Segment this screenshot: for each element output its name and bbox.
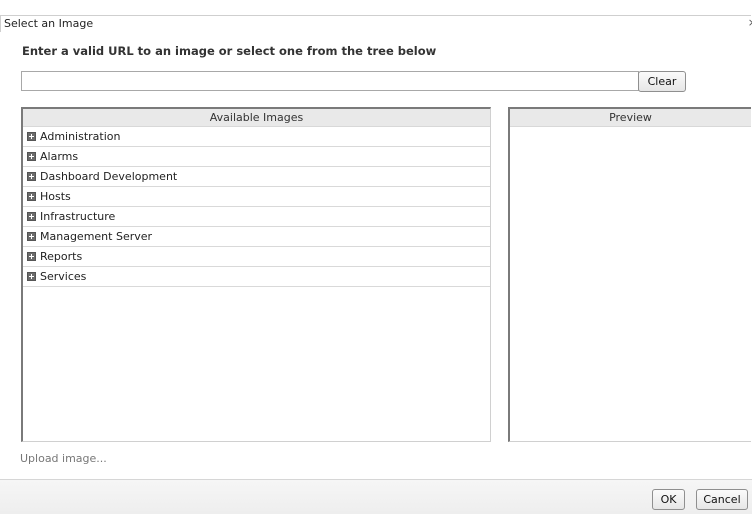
expand-plus-icon[interactable] [27,132,36,141]
instruction-heading: Enter a valid URL to an image or select … [22,44,437,58]
tree-item-label: Hosts [40,190,71,203]
tree-item-administration[interactable]: Administration [23,127,490,147]
url-input[interactable] [21,71,639,91]
upload-image-link[interactable]: Upload image... [20,452,107,465]
dialog-titlebar: Select an Image × [0,15,752,32]
tree-item-label: Infrastructure [40,210,116,223]
expand-plus-icon[interactable] [27,272,36,281]
cancel-button[interactable]: Cancel [696,489,748,510]
tree-item-label: Dashboard Development [40,170,178,183]
tree-item-label: Reports [40,250,83,263]
tree-item-dashboard-development[interactable]: Dashboard Development [23,167,490,187]
tree-item-hosts[interactable]: Hosts [23,187,490,207]
tree-item-label: Administration [40,130,121,143]
available-images-header: Available Images [23,109,490,127]
expand-plus-icon[interactable] [27,252,36,261]
preview-header: Preview [510,109,751,127]
expand-plus-icon[interactable] [27,172,36,181]
close-icon[interactable]: × [748,16,752,29]
tree-item-label: Alarms [40,150,79,163]
ok-button[interactable]: OK [652,489,685,510]
tree-item-reports[interactable]: Reports [23,247,490,267]
tree-item-label: Services [40,270,87,283]
expand-plus-icon[interactable] [27,192,36,201]
expand-plus-icon[interactable] [27,232,36,241]
available-images-panel: Available Images Administration Alarms D… [21,107,491,442]
tree-item-management-server[interactable]: Management Server [23,227,490,247]
image-tree: Administration Alarms Dashboard Developm… [23,127,490,287]
tree-item-services[interactable]: Services [23,267,490,287]
expand-plus-icon[interactable] [27,212,36,221]
expand-plus-icon[interactable] [27,152,36,161]
dialog-footer [0,479,752,514]
dialog-title: Select an Image [4,17,94,30]
select-image-dialog: Select an Image × Enter a valid URL to a… [0,0,752,514]
preview-panel: Preview [508,107,751,442]
tree-item-alarms[interactable]: Alarms [23,147,490,167]
tree-item-label: Management Server [40,230,153,243]
tree-item-infrastructure[interactable]: Infrastructure [23,207,490,227]
clear-button[interactable]: Clear [638,71,686,92]
